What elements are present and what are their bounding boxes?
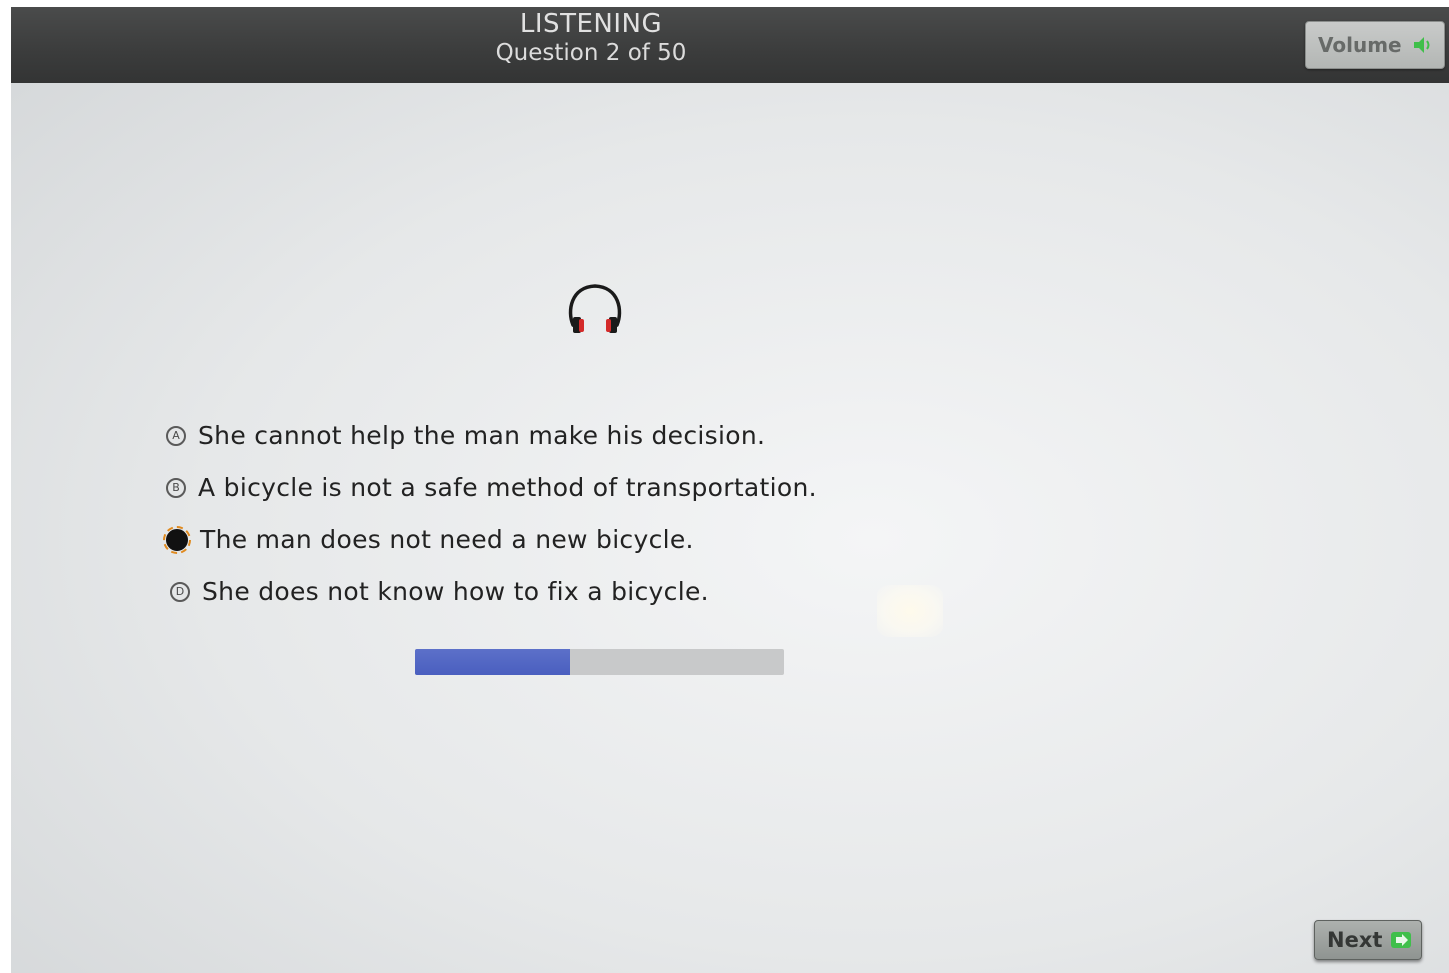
- option-c-text: The man does not need a new bicycle.: [200, 525, 694, 554]
- option-b-text: A bicycle is not a safe method of transp…: [198, 473, 817, 502]
- audio-progress-bar: [415, 649, 784, 675]
- radio-c-selected[interactable]: [163, 525, 191, 554]
- screen-glare: [877, 585, 943, 637]
- radio-a[interactable]: A: [166, 425, 186, 446]
- option-d[interactable]: D She does not know how to fix a bicycle…: [170, 577, 709, 606]
- volume-button[interactable]: Volume: [1305, 21, 1445, 69]
- option-a[interactable]: A She cannot help the man make his decis…: [166, 421, 765, 450]
- option-d-text: She does not know how to fix a bicycle.: [202, 577, 709, 606]
- header-bar: LISTENING Question 2 of 50 Volume: [11, 7, 1449, 83]
- arrow-right-icon: [1390, 931, 1412, 949]
- option-b[interactable]: B A bicycle is not a safe method of tran…: [166, 473, 817, 502]
- radio-b[interactable]: B: [166, 477, 186, 498]
- section-title: LISTENING: [519, 9, 663, 39]
- radio-d[interactable]: D: [170, 581, 190, 602]
- headphones-icon: [565, 277, 625, 339]
- volume-button-label: Volume: [1318, 33, 1402, 57]
- option-a-text: She cannot help the man make his decisio…: [198, 421, 766, 450]
- speaker-icon: [1412, 35, 1434, 55]
- next-button[interactable]: Next: [1314, 920, 1422, 960]
- question-counter: Question 2 of 50: [495, 40, 687, 66]
- next-button-label: Next: [1327, 928, 1383, 952]
- option-c[interactable]: The man does not need a new bicycle.: [163, 525, 694, 554]
- test-screen: LISTENING Question 2 of 50 Volume A She …: [11, 7, 1449, 973]
- audio-progress-fill: [415, 649, 570, 675]
